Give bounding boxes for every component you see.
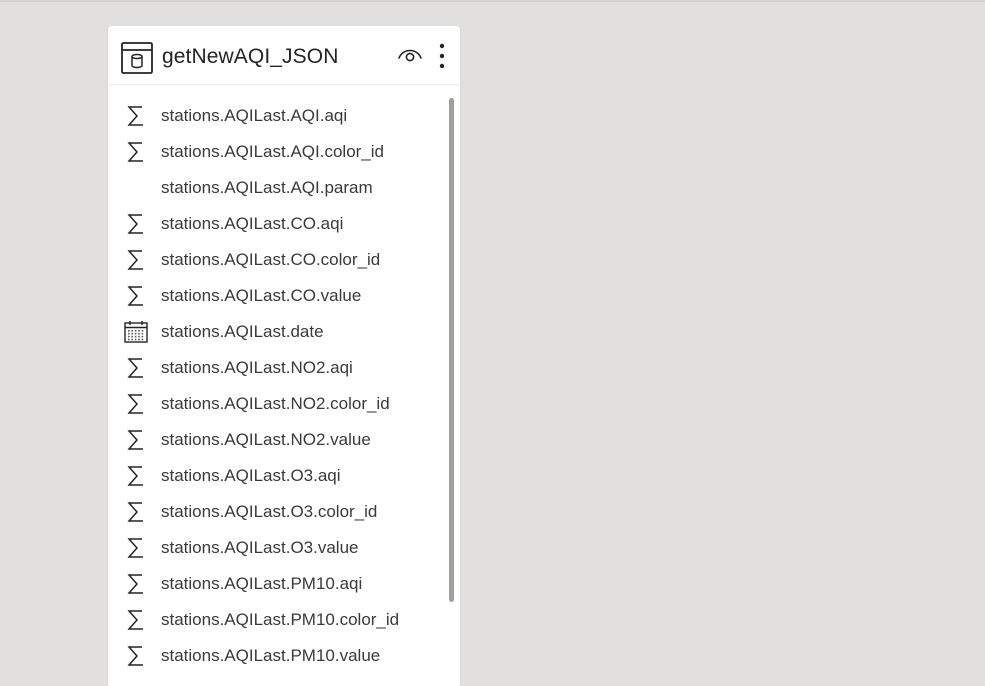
sigma-icon (123, 464, 149, 488)
field-label: stations.AQILast.CO.value (161, 286, 362, 305)
field-label: stations.AQILast.PM10.aqi (161, 574, 363, 593)
field-item[interactable]: stations.AQILast.CO.value (108, 278, 448, 314)
field-item[interactable]: stations.AQILast.PM10.color_id (108, 602, 448, 638)
sigma-icon (123, 248, 149, 272)
field-item[interactable]: stations.AQILast.date (108, 314, 448, 350)
field-label: stations.AQILast.PM10.color_id (161, 610, 400, 629)
field-label: stations.AQILast.CO.color_id (161, 250, 381, 269)
sigma-icon (123, 392, 149, 416)
sigma-icon (123, 500, 149, 524)
table-card[interactable]: getNewAQI_JSON stations.AQILast.AQI.aqi s… (108, 26, 460, 686)
sigma-icon (123, 104, 149, 128)
field-label: stations.AQILast.date (161, 322, 324, 341)
field-label: stations.AQILast.NO2.color_id (161, 394, 390, 413)
field-label: stations.AQILast.NO2.aqi (161, 358, 353, 377)
calendar-icon (123, 320, 149, 344)
field-label: stations.AQILast.AQI.param (161, 178, 373, 197)
field-item[interactable]: stations.AQILast.NO2.color_id (108, 386, 448, 422)
canvas-top-border (0, 0, 985, 2)
sigma-icon (123, 284, 149, 308)
field-item[interactable]: stations.AQILast.NO2.value (108, 422, 448, 458)
sigma-icon (123, 356, 149, 380)
sigma-icon (123, 608, 149, 632)
field-item[interactable]: stations.AQILast.O3.value (108, 530, 448, 566)
table-icon (121, 42, 153, 74)
more-options-icon[interactable] (434, 42, 450, 70)
sigma-icon (123, 536, 149, 560)
table-title: getNewAQI_JSON (162, 45, 339, 68)
sigma-icon (123, 212, 149, 236)
scrollbar-thumb[interactable] (449, 98, 454, 602)
field-label: stations.AQILast.O3.aqi (161, 466, 341, 485)
field-item[interactable]: stations.AQILast.AQI.param (108, 170, 448, 206)
field-label: stations.AQILast.CO.aqi (161, 214, 344, 233)
field-label: stations.AQILast.NO2.value (161, 430, 371, 449)
table-card-header: getNewAQI_JSON (108, 26, 460, 85)
field-label: stations.AQILast.AQI.aqi (161, 106, 348, 125)
sigma-icon (123, 572, 149, 596)
field-item[interactable]: stations.AQILast.PM10.value (108, 638, 448, 674)
field-item[interactable]: stations.AQILast.PM10.aqi (108, 566, 448, 602)
eye-icon[interactable] (397, 45, 423, 65)
sigma-icon (123, 428, 149, 452)
field-item[interactable]: stations.AQILast.CO.color_id (108, 242, 448, 278)
field-item[interactable]: stations.AQILast.CO.aqi (108, 206, 448, 242)
field-label: stations.AQILast.AQI.color_id (161, 142, 384, 161)
field-label: stations.AQILast.PM10.value (161, 646, 381, 665)
field-item[interactable]: stations.AQILast.O3.color_id (108, 494, 448, 530)
field-label: stations.AQILast.O3.color_id (161, 502, 378, 521)
field-label: stations.AQILast.O3.value (161, 538, 359, 557)
field-item[interactable]: stations.AQILast.AQI.color_id (108, 134, 448, 170)
field-item[interactable]: stations.AQILast.AQI.aqi (108, 98, 448, 134)
field-item[interactable]: stations.AQILast.NO2.aqi (108, 350, 448, 386)
sigma-icon (123, 644, 149, 668)
field-item[interactable]: stations.AQILast.O3.aqi (108, 458, 448, 494)
field-list: stations.AQILast.AQI.aqi stations.AQILast… (108, 98, 448, 674)
sigma-icon (123, 140, 149, 164)
